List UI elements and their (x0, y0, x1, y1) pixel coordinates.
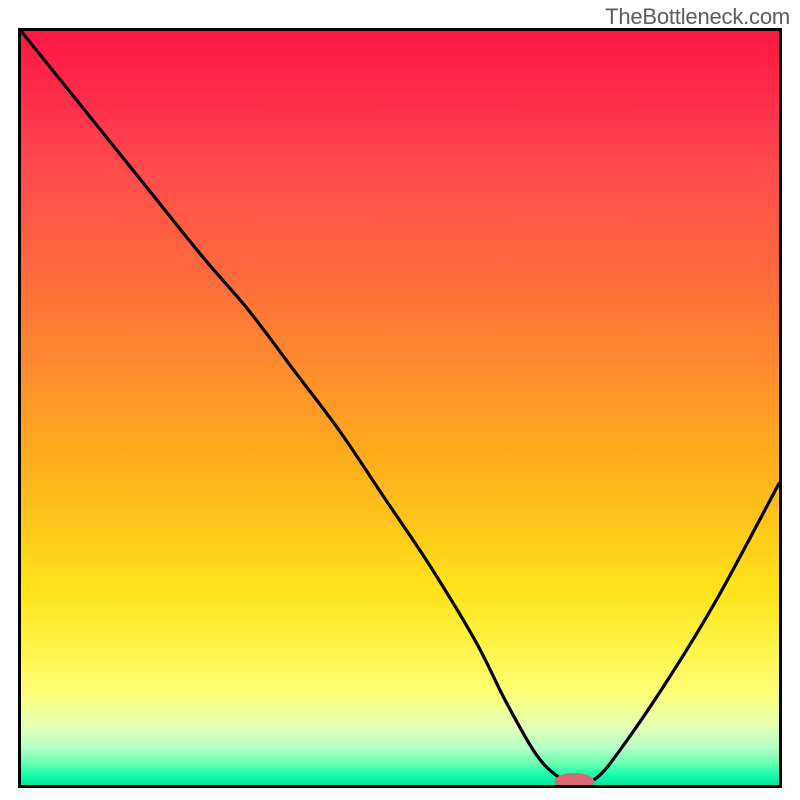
trough-marker (555, 773, 594, 785)
plot-area (18, 28, 782, 788)
bottleneck-curve (21, 31, 779, 782)
chart-frame: TheBottleneck.com (0, 0, 800, 800)
curve-layer (21, 31, 779, 785)
watermark-text: TheBottleneck.com (605, 4, 790, 30)
